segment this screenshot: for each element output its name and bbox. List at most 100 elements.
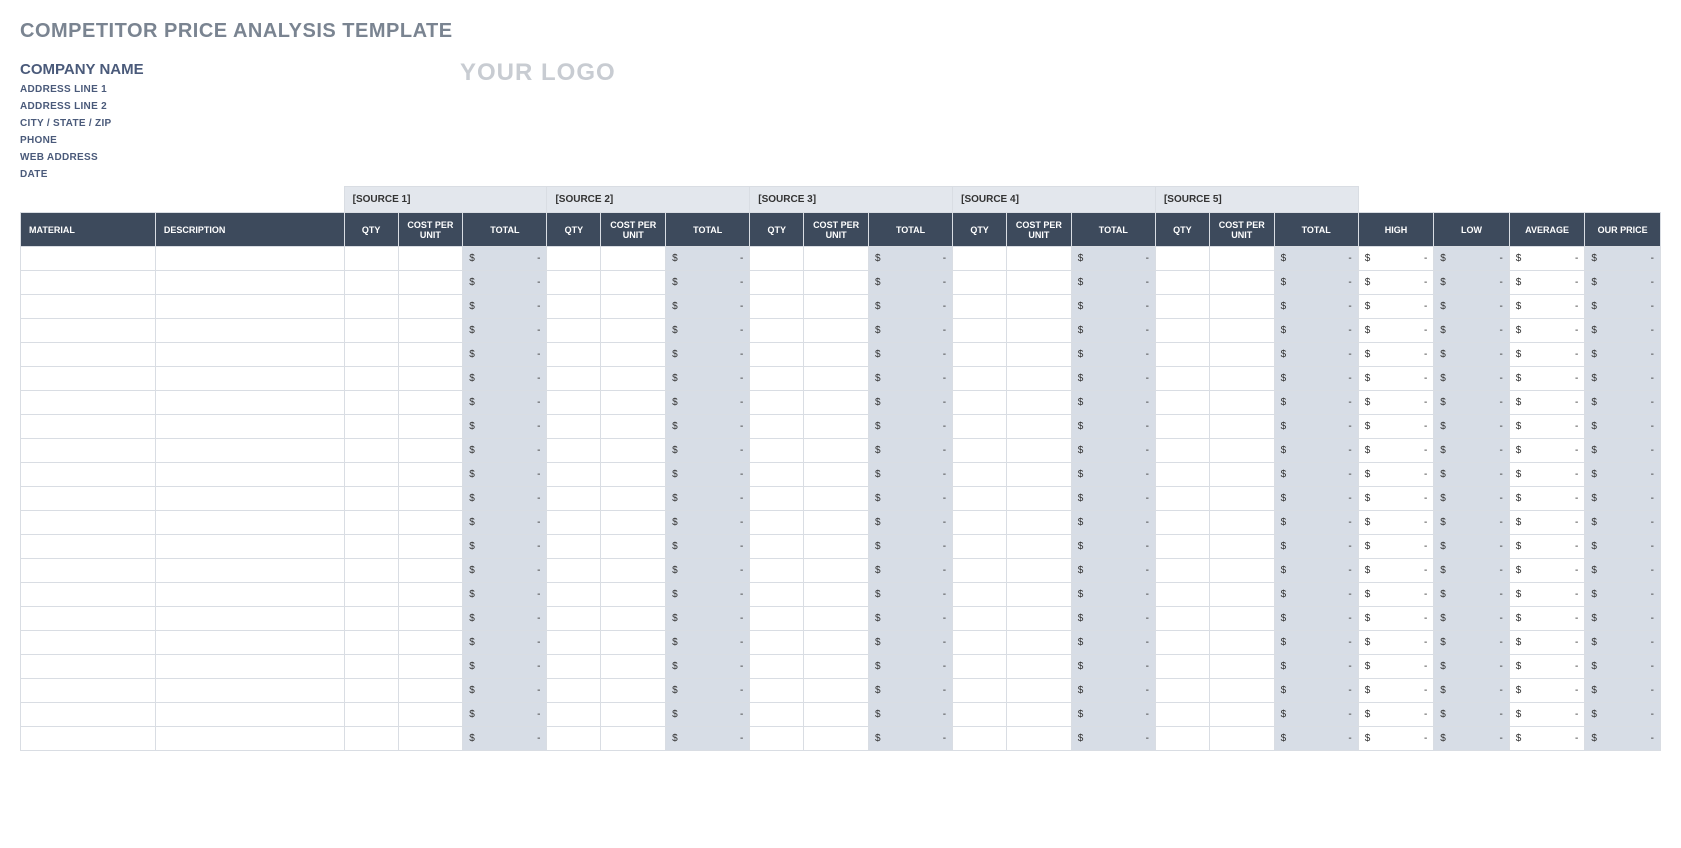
total-cell[interactable]: $- <box>463 295 547 319</box>
total-cell[interactable]: $- <box>463 343 547 367</box>
material-cell[interactable] <box>21 511 156 535</box>
material-cell[interactable] <box>21 439 156 463</box>
cost-per-unit-cell[interactable] <box>398 679 463 703</box>
average-cell[interactable]: $- <box>1509 607 1585 631</box>
qty-cell[interactable] <box>1155 487 1209 511</box>
total-cell[interactable]: $- <box>1274 391 1358 415</box>
qty-cell[interactable] <box>953 319 1007 343</box>
our-price-cell[interactable]: $- <box>1585 679 1661 703</box>
cost-per-unit-cell[interactable] <box>1007 511 1072 535</box>
total-cell[interactable]: $- <box>666 487 750 511</box>
total-cell[interactable]: $- <box>463 607 547 631</box>
total-cell[interactable]: $- <box>868 535 952 559</box>
source-2-header[interactable]: [SOURCE 2] <box>547 187 750 213</box>
total-cell[interactable]: $- <box>666 559 750 583</box>
cost-per-unit-cell[interactable] <box>601 703 666 727</box>
high-cell[interactable]: $- <box>1358 583 1434 607</box>
cost-per-unit-cell[interactable] <box>1007 655 1072 679</box>
cost-per-unit-cell[interactable] <box>1007 439 1072 463</box>
qty-cell[interactable] <box>344 679 398 703</box>
source-4-header[interactable]: [SOURCE 4] <box>953 187 1156 213</box>
qty-cell[interactable] <box>344 319 398 343</box>
qty-cell[interactable] <box>344 247 398 271</box>
cost-per-unit-cell[interactable] <box>398 391 463 415</box>
total-cell[interactable]: $- <box>463 415 547 439</box>
cost-per-unit-cell[interactable] <box>601 415 666 439</box>
description-cell[interactable] <box>155 655 344 679</box>
cost-per-unit-cell[interactable] <box>1007 583 1072 607</box>
low-cell[interactable]: $- <box>1434 319 1510 343</box>
our-price-cell[interactable]: $- <box>1585 727 1661 751</box>
cost-per-unit-cell[interactable] <box>804 367 869 391</box>
qty-cell[interactable] <box>1155 511 1209 535</box>
cost-per-unit-cell[interactable] <box>398 295 463 319</box>
our-price-cell[interactable]: $- <box>1585 391 1661 415</box>
total-cell[interactable]: $- <box>463 271 547 295</box>
cost-per-unit-cell[interactable] <box>804 607 869 631</box>
cost-per-unit-cell[interactable] <box>1209 607 1274 631</box>
qty-cell[interactable] <box>750 679 804 703</box>
qty-cell[interactable] <box>953 607 1007 631</box>
cost-per-unit-cell[interactable] <box>804 487 869 511</box>
low-cell[interactable]: $- <box>1434 511 1510 535</box>
total-cell[interactable]: $- <box>1274 607 1358 631</box>
total-cell[interactable]: $- <box>666 655 750 679</box>
qty-cell[interactable] <box>547 463 601 487</box>
total-cell[interactable]: $- <box>868 559 952 583</box>
cost-per-unit-cell[interactable] <box>804 415 869 439</box>
qty-cell[interactable] <box>547 727 601 751</box>
qty-cell[interactable] <box>1155 463 1209 487</box>
total-cell[interactable]: $- <box>666 703 750 727</box>
total-cell[interactable]: $- <box>463 559 547 583</box>
qty-cell[interactable] <box>953 439 1007 463</box>
high-cell[interactable]: $- <box>1358 727 1434 751</box>
qty-cell[interactable] <box>1155 295 1209 319</box>
low-cell[interactable]: $- <box>1434 463 1510 487</box>
description-cell[interactable] <box>155 583 344 607</box>
low-cell[interactable]: $- <box>1434 487 1510 511</box>
low-cell[interactable]: $- <box>1434 535 1510 559</box>
cost-per-unit-cell[interactable] <box>398 727 463 751</box>
total-cell[interactable]: $- <box>1274 463 1358 487</box>
description-cell[interactable] <box>155 295 344 319</box>
cost-per-unit-cell[interactable] <box>804 511 869 535</box>
our-price-cell[interactable]: $- <box>1585 559 1661 583</box>
total-cell[interactable]: $- <box>868 439 952 463</box>
low-cell[interactable]: $- <box>1434 703 1510 727</box>
total-cell[interactable]: $- <box>666 391 750 415</box>
qty-cell[interactable] <box>547 631 601 655</box>
qty-cell[interactable] <box>953 727 1007 751</box>
total-cell[interactable]: $- <box>1071 511 1155 535</box>
description-cell[interactable] <box>155 631 344 655</box>
total-cell[interactable]: $- <box>868 415 952 439</box>
total-cell[interactable]: $- <box>463 487 547 511</box>
total-cell[interactable]: $- <box>868 463 952 487</box>
qty-cell[interactable] <box>344 703 398 727</box>
description-cell[interactable] <box>155 535 344 559</box>
cost-per-unit-cell[interactable] <box>1209 391 1274 415</box>
description-cell[interactable] <box>155 415 344 439</box>
total-cell[interactable]: $- <box>1071 439 1155 463</box>
material-cell[interactable] <box>21 655 156 679</box>
total-cell[interactable]: $- <box>1274 583 1358 607</box>
cost-per-unit-cell[interactable] <box>804 391 869 415</box>
total-cell[interactable]: $- <box>868 583 952 607</box>
cost-per-unit-cell[interactable] <box>1007 391 1072 415</box>
material-cell[interactable] <box>21 271 156 295</box>
total-cell[interactable]: $- <box>666 583 750 607</box>
qty-cell[interactable] <box>750 439 804 463</box>
cost-per-unit-cell[interactable] <box>398 487 463 511</box>
average-cell[interactable]: $- <box>1509 511 1585 535</box>
cost-per-unit-cell[interactable] <box>398 271 463 295</box>
average-cell[interactable]: $- <box>1509 703 1585 727</box>
qty-cell[interactable] <box>1155 727 1209 751</box>
qty-cell[interactable] <box>344 343 398 367</box>
qty-cell[interactable] <box>953 367 1007 391</box>
average-cell[interactable]: $- <box>1509 319 1585 343</box>
average-cell[interactable]: $- <box>1509 343 1585 367</box>
our-price-cell[interactable]: $- <box>1585 535 1661 559</box>
material-cell[interactable] <box>21 631 156 655</box>
high-cell[interactable]: $- <box>1358 535 1434 559</box>
material-cell[interactable] <box>21 583 156 607</box>
high-cell[interactable]: $- <box>1358 559 1434 583</box>
